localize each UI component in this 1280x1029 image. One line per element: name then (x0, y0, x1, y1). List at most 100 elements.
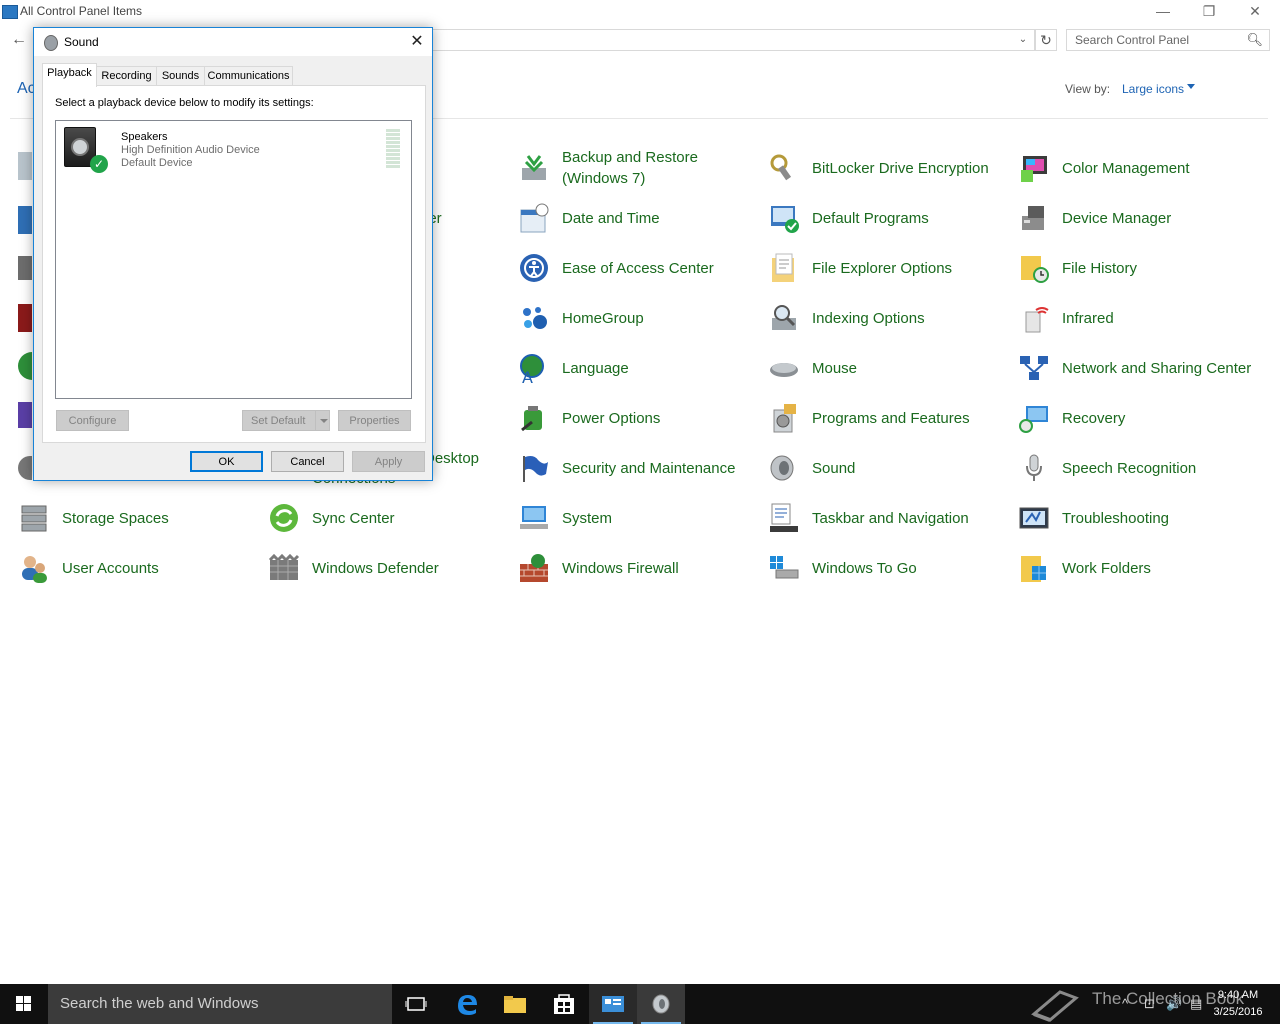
task-view-button[interactable] (392, 984, 440, 1024)
system-icon (518, 502, 550, 534)
item-homegroup[interactable]: HomeGroup (518, 298, 758, 338)
item-label: Troubleshooting (1062, 509, 1170, 527)
taskbar: Search the web and Windows The Collectio… (0, 984, 1280, 1024)
restore-button[interactable]: ❐ (1186, 0, 1232, 24)
control-panel-app-button[interactable] (589, 984, 637, 1024)
dialog-close-button[interactable]: ✕ (406, 31, 428, 53)
item-language[interactable]: A Language (518, 348, 758, 388)
minimize-button[interactable]: — (1140, 0, 1186, 24)
windows-defender-icon (268, 552, 300, 584)
apply-button[interactable]: Apply (352, 451, 425, 472)
tab-communications[interactable]: Communications (204, 66, 293, 86)
back-button[interactable]: ← (10, 30, 28, 50)
item-network-sharing[interactable]: Network and Sharing Center (1018, 348, 1258, 388)
item-user-accounts[interactable]: User Accounts (18, 548, 258, 588)
item-label: Sound (812, 459, 856, 477)
tab-sounds[interactable]: Sounds (156, 66, 205, 86)
configure-button[interactable]: Configure (56, 410, 129, 431)
chevron-down-icon[interactable] (315, 411, 332, 430)
item-infrared[interactable]: Infrared (1018, 298, 1258, 338)
start-button[interactable] (0, 984, 48, 1024)
item-troubleshooting[interactable]: Troubleshooting (1018, 498, 1258, 538)
windows-to-go-icon (768, 552, 800, 584)
item-label: User Accounts (62, 559, 159, 577)
backup-restore-icon (518, 152, 550, 184)
show-hidden-icons-button[interactable]: ^ (1122, 996, 1128, 1011)
close-button[interactable]: ✕ (1232, 0, 1278, 24)
file-explorer-app-button[interactable] (491, 984, 539, 1024)
dialog-titlebar[interactable]: Sound ✕ (34, 28, 432, 56)
address-dropdown-button[interactable]: ⌄ (1015, 30, 1031, 50)
item-label: Sync Center (312, 509, 395, 527)
item-windows-firewall[interactable]: Windows Firewall (518, 548, 758, 588)
admin-tools-icon (18, 152, 32, 180)
storage-spaces-icon (18, 502, 50, 534)
dialog-title: Sound (64, 35, 99, 49)
taskbar-search-box[interactable]: Search the web and Windows (48, 984, 392, 1024)
item-default-programs[interactable]: Default Programs (768, 198, 1008, 238)
book-watermark-icon (1031, 990, 1079, 1022)
item-device-manager[interactable]: Device Manager (1018, 198, 1258, 238)
item-ease-of-access[interactable]: Ease of Access Center (518, 248, 758, 288)
mouse-icon (768, 352, 800, 384)
playback-device-list[interactable]: ✓ Speakers High Definition Audio Device … (55, 120, 412, 399)
item-speech-recognition[interactable]: Speech Recognition (1018, 448, 1258, 488)
network-icon[interactable]: ⊡ (1144, 996, 1155, 1012)
clock-time[interactable]: 9:40 AM (1208, 989, 1268, 1001)
clock-date[interactable]: 3/25/2016 (1208, 1006, 1268, 1018)
set-default-label: Set Default (251, 415, 306, 427)
user-accounts-icon (18, 552, 50, 584)
ease-of-access-icon (518, 252, 550, 284)
item-storage-spaces[interactable]: Storage Spaces (18, 498, 258, 538)
item-file-explorer-options[interactable]: File Explorer Options (768, 248, 1008, 288)
item-security-maintenance[interactable]: Security and Maintenance (518, 448, 758, 488)
item-sound[interactable]: Sound (768, 448, 1008, 488)
item-label: Ease of Access Center (562, 259, 714, 277)
address-bar[interactable] (430, 29, 1035, 51)
search-icon[interactable]: 🔍︎ (1246, 32, 1263, 48)
device-name: Speakers (121, 131, 168, 143)
sound-app-button[interactable] (637, 984, 685, 1024)
item-taskbar-navigation[interactable]: Taskbar and Navigation (768, 498, 1008, 538)
item-label: Color Management (1062, 159, 1190, 177)
item-color-management[interactable]: Color Management (1018, 148, 1258, 188)
chevron-down-icon[interactable] (1187, 84, 1195, 89)
refresh-button[interactable]: ↻ (1035, 29, 1057, 51)
search-control-panel-input[interactable]: Search Control Panel 🔍︎ (1066, 29, 1270, 51)
ok-button[interactable]: OK (190, 451, 263, 472)
file-explorer-options-icon (768, 252, 800, 284)
item-recovery[interactable]: Recovery (1018, 398, 1258, 438)
item-windows-to-go[interactable]: Windows To Go (768, 548, 1008, 588)
item-indexing-options[interactable]: Indexing Options (768, 298, 1008, 338)
item-backup-restore[interactable]: Backup and Restore (Windows 7) (518, 148, 758, 188)
item-windows-defender[interactable]: Windows Defender (268, 548, 508, 588)
properties-button[interactable]: Properties (338, 410, 411, 431)
item-date-time[interactable]: Date and Time (518, 198, 758, 238)
item-mouse[interactable]: Mouse (768, 348, 1008, 388)
tab-recording[interactable]: Recording (96, 66, 157, 86)
edge-app-button[interactable] (443, 984, 491, 1024)
item-label: HomeGroup (562, 309, 644, 327)
store-app-button[interactable] (540, 984, 588, 1024)
view-by-dropdown[interactable]: Large icons (1122, 82, 1184, 96)
item-sync-center[interactable]: Sync Center (268, 498, 508, 538)
cancel-button[interactable]: Cancel (271, 451, 344, 472)
set-default-button[interactable]: Set Default (242, 410, 330, 431)
tab-playback[interactable]: Playback (42, 63, 97, 87)
volume-icon[interactable]: 🔊 (1166, 996, 1182, 1012)
item-work-folders[interactable]: Work Folders (1018, 548, 1258, 588)
work-folders-icon (1018, 552, 1050, 584)
item-power-options[interactable]: Power Options (518, 398, 758, 438)
item-file-history[interactable]: File History (1018, 248, 1258, 288)
volume-level-meter (386, 129, 400, 168)
speech-recognition-icon (1018, 452, 1050, 484)
list-item-speakers[interactable]: ✓ Speakers High Definition Audio Device … (56, 121, 411, 173)
notifications-icon[interactable]: ▤ (1190, 996, 1202, 1012)
network-sharing-icon (1018, 352, 1050, 384)
item-programs-features[interactable]: Programs and Features (768, 398, 1008, 438)
item-bitlocker[interactable]: BitLocker Drive Encryption (768, 148, 1008, 188)
edge-icon (458, 995, 477, 1015)
item-label: Windows To Go (812, 559, 917, 577)
item-system[interactable]: System (518, 498, 758, 538)
item-label: System (562, 509, 613, 527)
